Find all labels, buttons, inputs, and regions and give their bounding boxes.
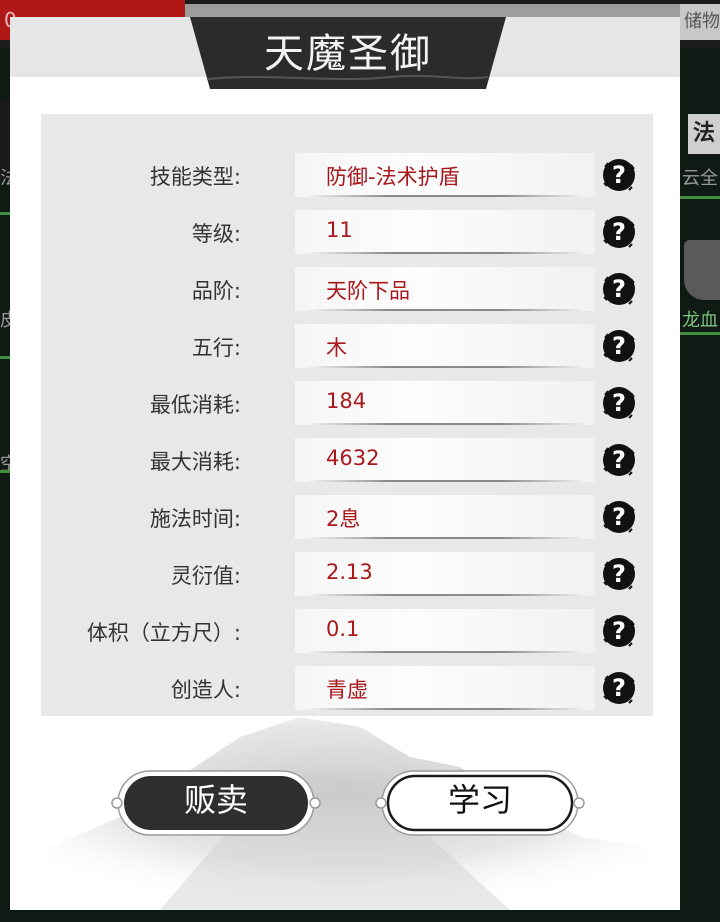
learn-button-label: 学习 (447, 781, 512, 819)
attribute-label: 体积（立方尺）: (86, 621, 241, 645)
attribute-row-spirit-value: 灵衍值: 2.13 ? (41, 546, 653, 602)
svg-text:?: ? (612, 446, 626, 474)
question-mark-icon[interactable]: ? (601, 271, 637, 307)
attribute-panel: 技能类型: 防御-法术护盾 ? 等级: 11 ? 品阶: 天阶下品 ? 五行: … (41, 114, 653, 716)
background-left-divider-3 (0, 470, 10, 473)
question-mark-icon[interactable]: ? (601, 499, 637, 535)
question-mark-icon[interactable]: ? (601, 442, 637, 478)
background-left-item-2: 皮 (0, 310, 10, 331)
attribute-value: 184 (326, 389, 367, 413)
background-right-divider (680, 196, 720, 199)
attribute-label: 五行: (191, 336, 241, 360)
learn-button[interactable]: 学习 (374, 769, 586, 837)
question-mark-icon[interactable]: ? (601, 670, 637, 706)
question-mark-icon[interactable]: ? (601, 328, 637, 364)
background-left-divider-2 (0, 356, 10, 359)
svg-text:?: ? (612, 275, 626, 303)
shield-icon (684, 240, 720, 300)
attribute-row-min-cost: 最低消耗: 184 ? (41, 375, 653, 431)
sell-button[interactable]: 贩卖 (110, 769, 322, 837)
background-right-item-1: 云全 (682, 168, 718, 189)
background-left-item-1: 法 (0, 168, 10, 189)
attribute-row-element: 五行: 木 ? (41, 318, 653, 374)
question-mark-icon[interactable]: ? (601, 157, 637, 193)
attribute-value: 4632 (326, 446, 380, 470)
attribute-label: 等级: (191, 222, 241, 246)
svg-text:?: ? (612, 560, 626, 588)
attribute-label: 灵衍值: (170, 564, 241, 588)
attribute-row-cast-time: 施法时间: 2息 ? (41, 489, 653, 545)
attribute-value: 木 (326, 336, 347, 360)
attribute-value: 2息 (326, 507, 361, 531)
attribute-value: 2.13 (326, 560, 373, 584)
attribute-label: 品阶: (191, 279, 241, 303)
attribute-label: 创造人: (170, 678, 241, 702)
attribute-label: 施法时间: (149, 507, 241, 531)
skill-title: 天魔圣御 (264, 31, 432, 77)
sell-button-label: 贩卖 (183, 781, 248, 819)
svg-text:?: ? (612, 674, 626, 702)
attribute-value: 天阶下品 (326, 279, 410, 303)
title-banner: 天魔圣御 (190, 17, 506, 89)
background-right-divider-2 (680, 332, 720, 335)
svg-text:?: ? (612, 617, 626, 645)
question-mark-icon[interactable]: ? (601, 556, 637, 592)
background-right-item-2: 龙血 (682, 310, 718, 331)
attribute-label: 最低消耗: (149, 393, 241, 417)
attribute-value: 青虚 (326, 678, 368, 702)
attribute-label: 最大消耗: (149, 450, 241, 474)
attribute-label: 技能类型: (149, 165, 241, 189)
question-mark-icon[interactable]: ? (601, 613, 637, 649)
svg-text:?: ? (612, 218, 626, 246)
question-mark-icon[interactable]: ? (601, 385, 637, 421)
background-storage-tab[interactable]: 储物 (680, 4, 720, 40)
attribute-row-volume: 体积（立方尺）: 0.1 ? (41, 603, 653, 659)
attribute-row-max-cost: 最大消耗: 4632 ? (41, 432, 653, 488)
attribute-value: 0.1 (326, 617, 360, 641)
svg-text:?: ? (612, 389, 626, 417)
attribute-row-level: 等级: 11 ? (41, 204, 653, 260)
attribute-row-grade: 品阶: 天阶下品 ? (41, 261, 653, 317)
svg-text:?: ? (612, 161, 626, 189)
svg-text:?: ? (612, 332, 626, 360)
background-left-divider (0, 212, 10, 215)
skill-detail-modal: 天魔圣御 技能类型: 防御-法术护盾 ? 等级: 11 ? 品阶: 天阶下品 ?… (10, 17, 680, 910)
attribute-value: 防御-法术护盾 (326, 165, 460, 189)
question-mark-icon[interactable]: ? (601, 214, 637, 250)
background-right-card: 法 (688, 114, 720, 154)
attribute-value: 11 (326, 218, 353, 242)
attribute-row-skill-type: 技能类型: 防御-法术护盾 ? (41, 147, 653, 203)
attribute-row-creator: 创造人: 青虚 ? (41, 660, 653, 716)
svg-text:?: ? (612, 503, 626, 531)
